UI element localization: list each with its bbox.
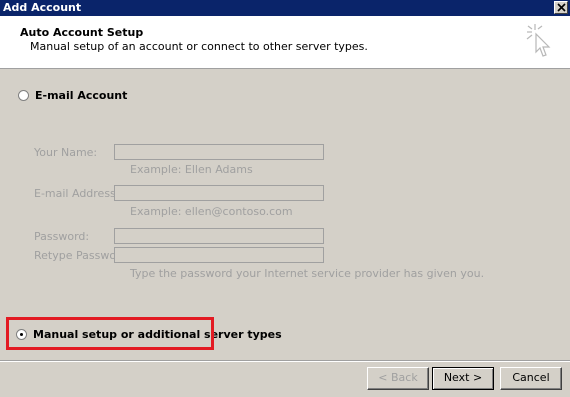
highlight-box	[6, 317, 214, 350]
back-button[interactable]: < Back	[367, 367, 429, 390]
page-subtitle: Manual setup of an account or connect to…	[30, 40, 368, 53]
next-button[interactable]: Next >	[432, 367, 494, 390]
email-account-radio[interactable]	[18, 90, 29, 101]
window-title: Add Account	[3, 1, 82, 14]
your-name-hint: Example: Ellen Adams	[130, 163, 253, 176]
your-name-label: Your Name:	[34, 146, 98, 159]
close-button[interactable]	[554, 1, 568, 14]
footer-divider	[0, 360, 570, 362]
title-bar: Add Account	[0, 0, 570, 16]
password-label: Password:	[34, 230, 90, 243]
email-account-label: E-mail Account	[35, 89, 128, 102]
email-address-field[interactable]	[114, 185, 324, 201]
email-address-label: E-mail Address:	[34, 187, 120, 200]
password-hint: Type the password your Internet service …	[130, 267, 485, 280]
wizard-header: Auto Account Setup Manual setup of an ac…	[0, 16, 570, 69]
email-address-hint: Example: ellen@contoso.com	[130, 205, 293, 218]
close-icon	[557, 3, 566, 12]
page-title: Auto Account Setup	[20, 26, 144, 39]
password-field[interactable]	[114, 228, 324, 244]
email-account-option[interactable]: E-mail Account	[18, 89, 127, 102]
retype-password-field[interactable]	[114, 247, 324, 263]
cursor-sparkle-icon	[526, 24, 551, 57]
your-name-field[interactable]	[114, 144, 324, 160]
cancel-button[interactable]: Cancel	[500, 367, 562, 390]
